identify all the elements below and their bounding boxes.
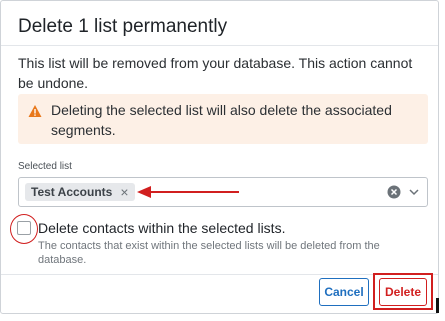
selected-list-label: Selected list [18,161,72,172]
delete-contacts-label[interactable]: Delete contacts within the selected list… [38,220,285,236]
edge-mark [436,298,439,313]
delete-contacts-help: The contacts that exist within the selec… [38,240,380,266]
chevron-down-icon[interactable] [408,186,420,198]
delete-contacts-checkbox[interactable] [17,221,31,235]
dialog-description: This list will be removed from your data… [18,55,413,91]
delete-button[interactable]: Delete [379,278,427,306]
list-tag-label: Test Accounts [31,185,113,199]
warning-triangle-icon [28,105,42,117]
header-divider [1,45,438,46]
warning-text: Deleting the selected list will also del… [51,102,392,138]
list-tag: Test Accounts × [25,183,135,201]
warning-banner: Deleting the selected list will also del… [18,94,428,144]
delete-list-dialog: Delete 1 list permanently This list will… [0,0,439,314]
clear-selection-icon[interactable] [387,185,401,199]
annotation-arrow-icon [137,186,239,198]
cancel-button[interactable]: Cancel [319,278,369,306]
dialog-title: Delete 1 list permanently [18,16,228,37]
remove-tag-icon[interactable]: × [120,185,128,199]
